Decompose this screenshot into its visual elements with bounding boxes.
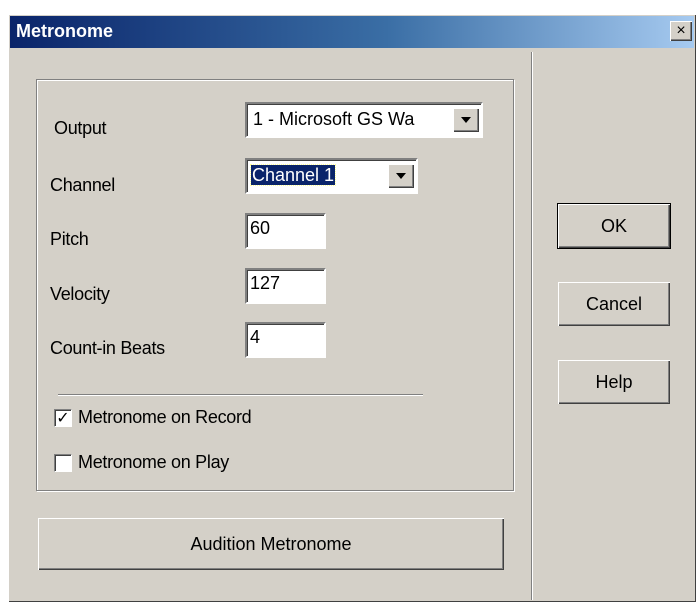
close-icon: ×: [676, 22, 686, 39]
metronome-on-record-label[interactable]: Metronome on Record: [78, 407, 252, 428]
velocity-input[interactable]: 127: [245, 268, 326, 304]
channel-select[interactable]: Channel 1: [245, 158, 418, 194]
button-panel-divider: [531, 52, 533, 600]
section-divider: [58, 394, 423, 396]
pitch-label: Pitch: [50, 229, 89, 249]
count-in-beats-label: Count-in Beats: [50, 338, 165, 358]
title-bar[interactable]: Metronome ×: [10, 16, 694, 48]
help-button[interactable]: Help: [558, 360, 670, 404]
window-title: Metronome: [16, 21, 114, 41]
channel-dropdown-arrow-icon[interactable]: [388, 164, 414, 188]
velocity-value: 127: [250, 273, 281, 293]
ok-button[interactable]: OK: [557, 203, 671, 249]
cancel-button[interactable]: Cancel: [558, 282, 670, 326]
output-label: Output: [54, 118, 107, 138]
channel-label: Channel: [50, 175, 115, 195]
metronome-dialog: Metronome × Output 1 - Microsoft GS Wa C…: [8, 14, 696, 602]
output-value: 1 - Microsoft GS Wa: [253, 109, 415, 129]
checkmark-icon: ✓: [56, 410, 70, 427]
count-in-beats-value: 4: [250, 327, 261, 347]
velocity-label: Velocity: [50, 284, 110, 304]
output-dropdown-arrow-icon[interactable]: [453, 108, 479, 132]
output-select[interactable]: 1 - Microsoft GS Wa: [245, 102, 483, 138]
pitch-input[interactable]: 60: [245, 213, 326, 249]
channel-value: Channel 1: [249, 164, 337, 186]
count-in-beats-input[interactable]: 4: [245, 322, 326, 358]
close-button[interactable]: ×: [670, 21, 692, 41]
audition-metronome-button[interactable]: Audition Metronome: [38, 518, 504, 570]
metronome-on-play-checkbox[interactable]: [54, 454, 72, 472]
metronome-on-record-checkbox[interactable]: ✓: [54, 409, 72, 427]
pitch-value: 60: [250, 218, 271, 238]
metronome-on-play-label[interactable]: Metronome on Play: [78, 452, 229, 473]
